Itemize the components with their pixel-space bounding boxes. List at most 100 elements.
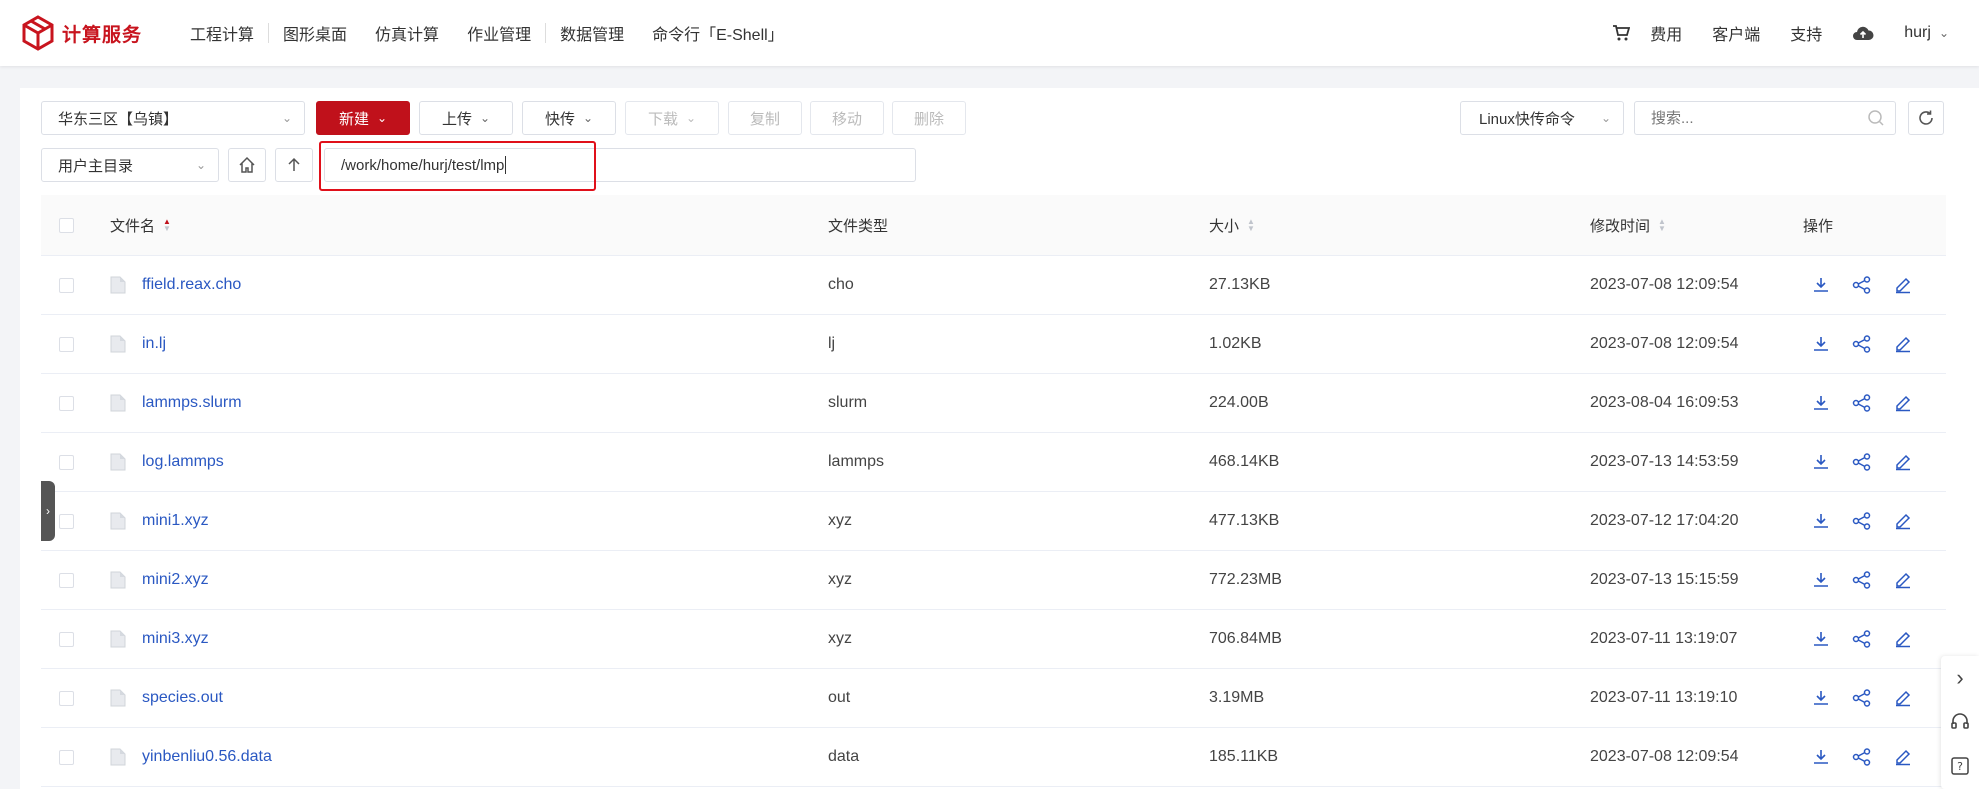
edit-icon[interactable] [1894,571,1912,589]
edit-icon[interactable] [1894,512,1912,530]
file-name-link[interactable]: in.lj [142,335,166,353]
row-checkbox[interactable] [59,256,74,314]
file-name-cell[interactable]: yinbenliu0.56.data [110,728,272,786]
download-icon[interactable] [1812,571,1830,589]
cart-icon[interactable] [1612,24,1631,42]
fast-upload-button[interactable]: 快传 ⌄ [522,101,616,135]
download-icon[interactable] [1812,453,1830,471]
row-checkbox[interactable] [59,315,74,373]
nav-data[interactable]: 数据管理 [546,21,638,45]
nav-engineering[interactable]: 工程计算 [176,21,268,45]
nav-jobs[interactable]: 作业管理 [453,21,545,45]
share-icon[interactable] [1852,571,1872,589]
user-menu[interactable]: hurj ⌄ [1904,24,1949,42]
table-row[interactable]: species.out out 3.19MB 2023-07-11 13:19:10 [41,669,1946,728]
edit-icon[interactable] [1894,453,1912,471]
row-checkbox[interactable] [59,492,74,550]
file-name-cell[interactable]: log.lammps [110,433,224,491]
share-icon[interactable] [1852,512,1872,530]
chevron-right-icon[interactable]: › [1941,656,1979,700]
delete-button[interactable]: 删除 [892,101,966,135]
table-row[interactable]: in.lj lj 1.02KB 2023-07-08 12:09:54 [41,315,1946,374]
row-checkbox[interactable] [59,610,74,668]
edit-icon[interactable] [1894,276,1912,294]
edit-icon[interactable] [1894,335,1912,353]
share-icon[interactable] [1852,276,1872,294]
edit-icon[interactable] [1894,394,1912,412]
share-icon[interactable] [1852,394,1872,412]
file-name-link[interactable]: log.lammps [142,453,224,471]
download-icon[interactable] [1812,394,1830,412]
home-button[interactable] [228,148,266,182]
file-name-cell[interactable]: in.lj [110,315,166,373]
search-icon[interactable] [1867,109,1885,127]
file-name-link[interactable]: lammps.slurm [142,394,242,412]
parent-dir-button[interactable] [275,148,313,182]
refresh-button[interactable] [1908,101,1944,135]
file-name-link[interactable]: mini3.xyz [142,630,209,648]
headset-icon[interactable] [1941,700,1979,744]
sort-icon[interactable]: ▲ ▼ [1247,218,1255,233]
file-name-cell[interactable]: ffield.reax.cho [110,256,241,314]
file-name-link[interactable]: mini1.xyz [142,512,209,530]
table-row[interactable]: yinbenliu0.56.data data 185.11KB 2023-07-08… [41,728,1946,787]
file-name-cell[interactable]: mini2.xyz [110,551,209,609]
file-name-link[interactable]: species.out [142,689,223,707]
share-icon[interactable] [1852,453,1872,471]
table-row[interactable]: ffield.reax.cho cho 27.13KB 2023-07-08 12:0… [41,256,1946,315]
table-row[interactable]: mini2.xyz xyz 772.23MB 2023-07-13 15:15:59 [41,551,1946,610]
select-all-checkbox[interactable] [59,195,74,255]
file-name-cell[interactable]: species.out [110,669,223,727]
nav-eshell[interactable]: 命令行「E-Shell」 [638,21,798,45]
header-name[interactable]: 文件名 ▲ ▼ [110,195,171,255]
search-input[interactable] [1651,109,1851,127]
download-button[interactable]: 下载 ⌄ [625,101,719,135]
nav-desktop[interactable]: 图形桌面 [269,21,361,45]
row-checkbox[interactable] [59,374,74,432]
download-icon[interactable] [1812,512,1830,530]
file-name-cell[interactable]: lammps.slurm [110,374,242,432]
new-button[interactable]: 新建 ⌄ [316,101,410,135]
billing-link[interactable]: 费用 [1650,21,1682,45]
file-name-cell[interactable]: mini3.xyz [110,610,209,668]
brand-logo[interactable]: 计算服务 [20,15,142,51]
client-link[interactable]: 客户端 [1712,21,1760,45]
file-name-link[interactable]: yinbenliu0.56.data [142,748,272,766]
row-checkbox[interactable] [59,551,74,609]
root-dir-select[interactable]: 用户主目录 ⌄ [41,148,219,182]
file-name-cell[interactable]: mini1.xyz [110,492,209,550]
search-box[interactable] [1634,101,1896,135]
table-row[interactable]: mini3.xyz xyz 706.84MB 2023-07-11 13:19:07 [41,610,1946,669]
download-icon[interactable] [1812,630,1830,648]
sort-icon[interactable]: ▲ ▼ [163,218,171,233]
edit-icon[interactable] [1894,630,1912,648]
share-icon[interactable] [1852,748,1872,766]
cloud-upload-icon[interactable] [1852,24,1874,42]
region-select[interactable]: 华东三区【乌镇】 ⌄ [41,101,305,135]
help-icon[interactable]: ? [1941,744,1979,788]
row-checkbox[interactable] [59,728,74,786]
row-checkbox[interactable] [59,669,74,727]
copy-button[interactable]: 复制 [728,101,802,135]
download-icon[interactable] [1812,276,1830,294]
header-mtime[interactable]: 修改时间 ▲ ▼ [1590,195,1666,255]
table-row[interactable]: lammps.slurm slurm 224.00B 2023-08-04 16:09… [41,374,1946,433]
table-row[interactable]: log.lammps lammps 468.14KB 2023-07-13 14:53… [41,433,1946,492]
sidebar-toggle[interactable]: › [41,481,55,541]
sort-icon[interactable]: ▲ ▼ [1658,218,1666,233]
share-icon[interactable] [1852,335,1872,353]
file-name-link[interactable]: mini2.xyz [142,571,209,589]
row-checkbox[interactable] [59,433,74,491]
share-icon[interactable] [1852,630,1872,648]
download-icon[interactable] [1812,335,1830,353]
support-link[interactable]: 支持 [1790,21,1822,45]
move-button[interactable]: 移动 [810,101,884,135]
edit-icon[interactable] [1894,748,1912,766]
share-icon[interactable] [1852,689,1872,707]
download-icon[interactable] [1812,689,1830,707]
file-name-link[interactable]: ffield.reax.cho [142,276,241,294]
header-size[interactable]: 大小 ▲ ▼ [1209,195,1255,255]
upload-button[interactable]: 上传 ⌄ [419,101,513,135]
linux-command-select[interactable]: Linux快传命令 ⌄ [1460,101,1624,135]
edit-icon[interactable] [1894,689,1912,707]
